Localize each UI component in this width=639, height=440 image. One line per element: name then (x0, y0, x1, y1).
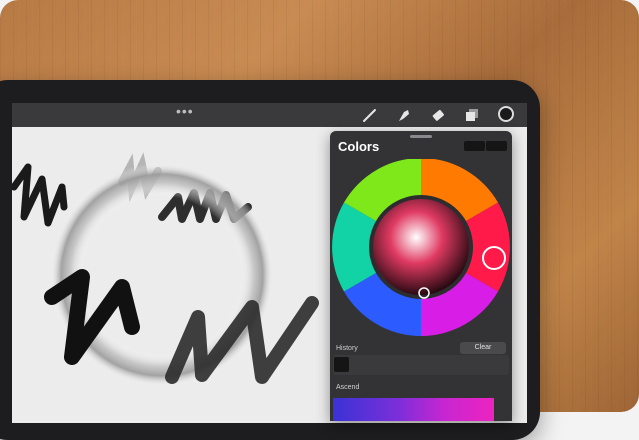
panel-title: Colors (338, 139, 380, 154)
app-toolbar (12, 103, 527, 127)
color-picker-button[interactable] (498, 106, 514, 122)
history-label: History (336, 345, 358, 352)
more-options-button[interactable]: ••• (176, 103, 194, 119)
clear-history-button[interactable]: Clear (460, 342, 506, 354)
canvas-strokes (12, 152, 319, 387)
colors-panel: Colors History Clear Ascend (330, 131, 512, 421)
smudge-icon[interactable] (395, 106, 413, 124)
color-wheel[interactable] (330, 159, 512, 339)
secondary-color-swatch[interactable] (486, 141, 507, 151)
ascend-label: Ascend (336, 384, 360, 391)
panel-grabber[interactable] (410, 135, 432, 138)
history-row (333, 355, 509, 375)
layers-icon[interactable] (463, 106, 481, 124)
palette-ascend[interactable] (333, 398, 494, 421)
brush-icon[interactable] (361, 106, 379, 124)
primary-color-swatch[interactable] (464, 141, 485, 151)
eraser-icon[interactable] (429, 106, 447, 124)
history-swatch[interactable] (334, 357, 349, 372)
